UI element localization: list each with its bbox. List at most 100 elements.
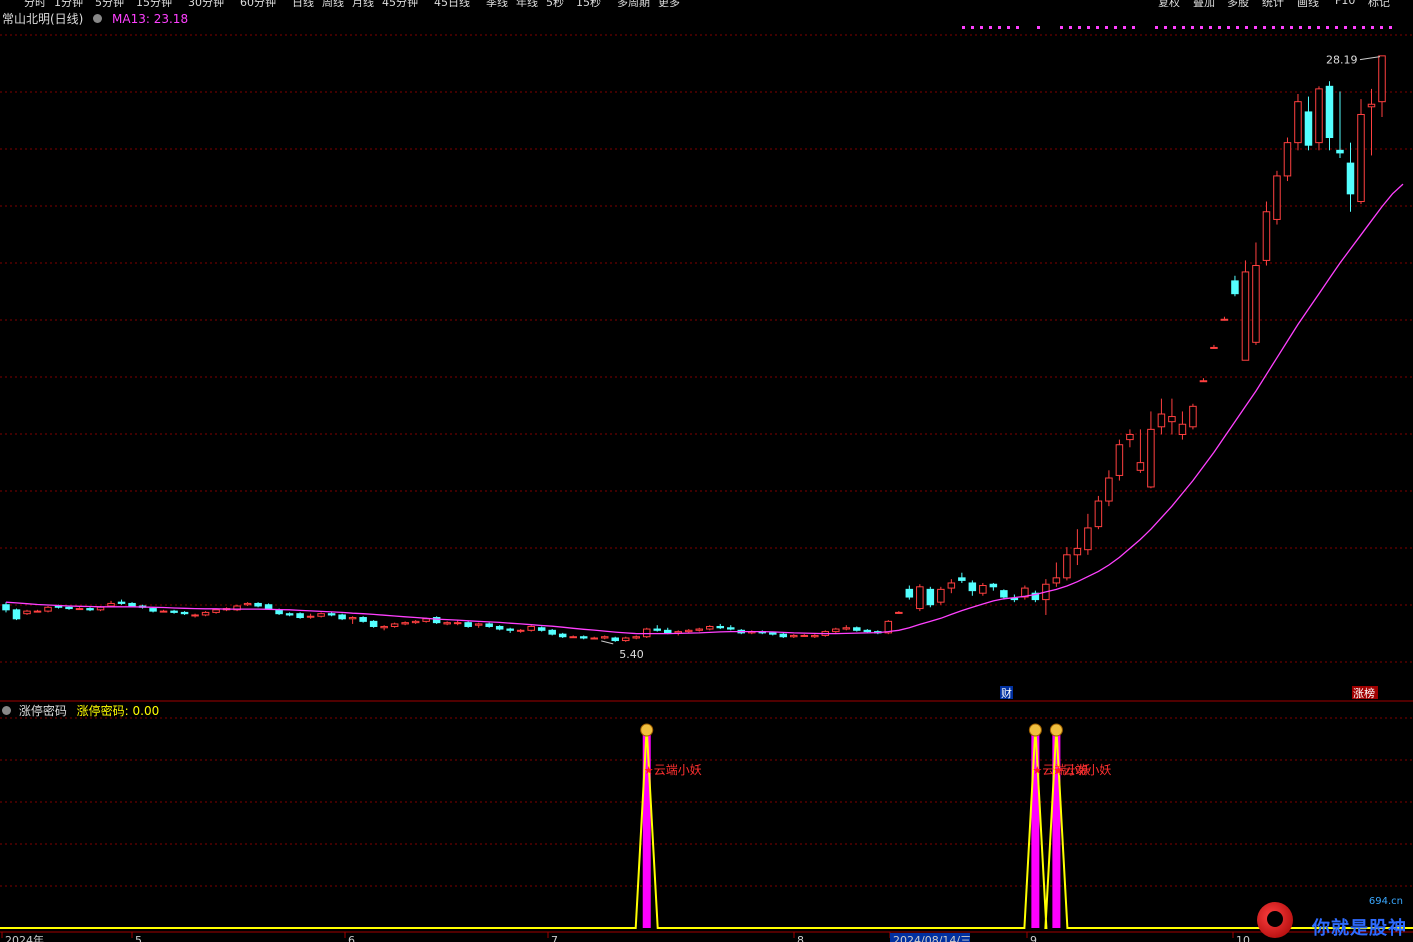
candle-body xyxy=(937,588,945,603)
candle-body xyxy=(1199,380,1208,383)
top-dot xyxy=(1389,26,1392,29)
signal-star-icon: ★ xyxy=(1053,764,1063,777)
candle-body xyxy=(359,617,367,622)
top-dot xyxy=(1380,26,1383,29)
top-dot xyxy=(1254,26,1257,29)
candle-body xyxy=(590,637,598,640)
x-tick-label: 2024年 xyxy=(5,933,44,942)
candle-body xyxy=(663,629,672,634)
candle-body xyxy=(86,608,94,611)
candle-body xyxy=(1273,175,1281,220)
money-bag-icon xyxy=(1028,723,1042,737)
candle-body xyxy=(212,609,220,613)
top-dot xyxy=(1227,26,1230,29)
money-bag-icon xyxy=(1049,723,1063,737)
top-dot xyxy=(1060,26,1063,29)
top-dot xyxy=(1335,26,1338,29)
candle-body xyxy=(75,608,84,611)
candle-body xyxy=(1325,85,1334,139)
top-dot xyxy=(1326,26,1329,29)
candle-body xyxy=(1304,111,1313,146)
signal-star-icon: ★ xyxy=(644,764,654,777)
chart-canvas[interactable]: 28.195.40财 涨榜★ 云端小妖 ★ 云端小妖★ 云端小妖2024年 5 6 7 8 2024… xyxy=(0,0,1413,942)
low-price-label: 5.40 xyxy=(619,648,644,661)
candle-body xyxy=(716,625,725,629)
signal-bar xyxy=(1031,728,1040,928)
candle-body xyxy=(832,628,840,633)
candle-body xyxy=(1168,416,1176,423)
candle-body xyxy=(642,628,651,638)
top-dot xyxy=(998,26,1001,29)
candle-body xyxy=(863,629,872,633)
top-dot xyxy=(989,26,992,29)
top-dot xyxy=(1236,26,1239,29)
candle-body xyxy=(180,611,189,615)
candle-body xyxy=(895,611,903,614)
x-tick-label: 8 xyxy=(797,934,804,942)
candle-body xyxy=(1367,103,1376,108)
candle-body xyxy=(1378,55,1386,103)
sub-indicator-name: 涨停密码 xyxy=(18,704,67,718)
top-dot xyxy=(1016,26,1019,29)
candle-body xyxy=(916,586,924,610)
high-pointer xyxy=(1359,56,1381,61)
candle-body xyxy=(811,634,819,638)
candle-body xyxy=(1252,265,1260,343)
event-badge-limit-up: 涨榜 xyxy=(1353,686,1375,700)
candle-body xyxy=(611,637,619,642)
candle-body xyxy=(1084,527,1092,551)
candle-body xyxy=(1262,211,1271,261)
top-dot xyxy=(1105,26,1108,29)
candle-body xyxy=(443,622,451,625)
candle-body xyxy=(853,627,861,631)
candle-body xyxy=(800,634,809,637)
candle-body xyxy=(1000,590,1008,598)
candle-body xyxy=(117,601,126,604)
top-dot xyxy=(1132,26,1135,29)
top-dot xyxy=(1078,26,1081,29)
top-dot xyxy=(1096,26,1099,29)
candle-body xyxy=(537,627,546,631)
top-dot xyxy=(1281,26,1284,29)
top-dot xyxy=(1069,26,1072,29)
candle-body xyxy=(1147,428,1155,488)
candle-body xyxy=(1073,547,1082,556)
candle-body xyxy=(653,628,661,631)
top-dot xyxy=(1299,26,1302,29)
top-dot xyxy=(1173,26,1176,29)
candle-body xyxy=(947,582,956,589)
signal-label: 云端小妖 xyxy=(1063,763,1111,777)
low-pointer xyxy=(601,640,614,645)
candle-body xyxy=(558,633,567,638)
candle-body xyxy=(1189,405,1197,428)
top-dot xyxy=(1245,26,1248,29)
candle-body xyxy=(1357,113,1365,203)
candle-body xyxy=(1346,162,1355,195)
x-tick-label: 10 xyxy=(1236,934,1250,942)
candle-body xyxy=(369,620,378,627)
watermark-text: 你就是股神 xyxy=(1312,918,1407,939)
candle-body xyxy=(401,622,409,625)
candle-body xyxy=(327,613,336,616)
top-dot xyxy=(1037,26,1040,29)
candle-body xyxy=(621,637,630,642)
candle-body xyxy=(905,588,914,598)
sub-settings-circle-icon[interactable] xyxy=(2,706,11,715)
candle-body xyxy=(338,614,346,620)
candle-body xyxy=(12,609,21,620)
x-tick-label: 9 xyxy=(1030,934,1037,942)
candle-body xyxy=(485,623,493,627)
candle-body xyxy=(705,625,714,630)
top-dot xyxy=(1263,26,1266,29)
top-dot xyxy=(1164,26,1167,29)
top-dot xyxy=(971,26,974,29)
x-tick-label: 2024/08/14/三 xyxy=(893,934,971,942)
candle-body xyxy=(1126,433,1134,441)
candle-body xyxy=(65,606,73,610)
signal-label: 云端小妖 xyxy=(654,763,702,777)
candle-body xyxy=(306,615,315,618)
candle-body xyxy=(44,606,52,612)
candle-body xyxy=(23,610,31,615)
candle-body xyxy=(2,604,10,611)
money-bag-icon xyxy=(640,723,654,737)
